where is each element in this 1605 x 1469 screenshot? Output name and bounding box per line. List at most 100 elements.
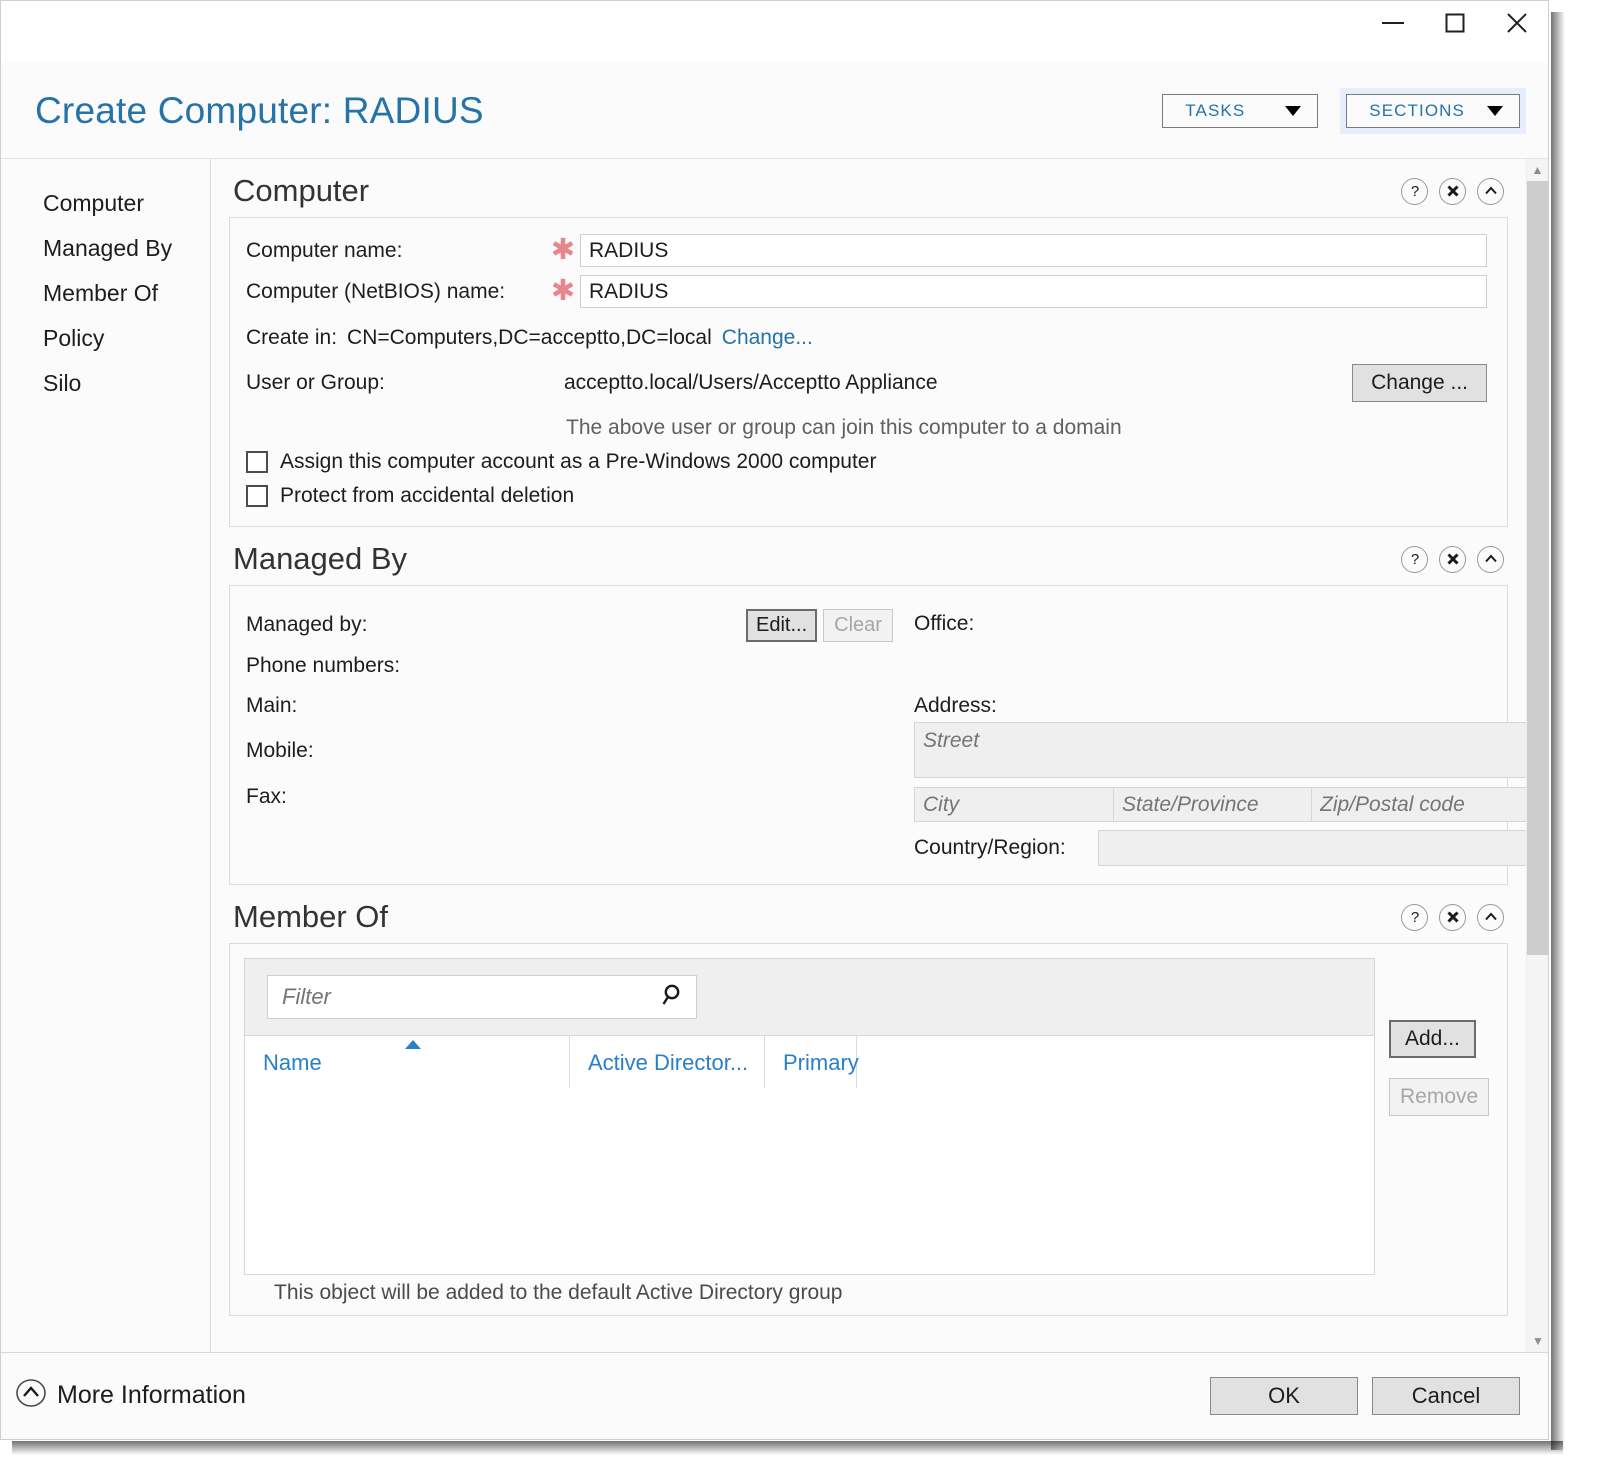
user-or-group-change-button[interactable]: Change ... <box>1352 364 1487 402</box>
chevron-up-icon <box>15 1377 47 1414</box>
computer-name-row: Computer name: ✱ <box>246 234 1487 267</box>
office-label: Office: <box>914 612 975 635</box>
minimize-icon <box>1380 16 1406 30</box>
section-close-icon[interactable] <box>1439 903 1466 931</box>
create-in-value: CN=Computers,DC=acceptto,DC=local <box>347 326 712 349</box>
prewindows-checkbox[interactable] <box>246 451 268 473</box>
managed-by-buttons: Edit... Clear <box>746 608 893 642</box>
street-input[interactable] <box>914 722 1526 778</box>
member-of-table: Name Active Director... Primary <box>244 958 1375 1275</box>
create-in-change-link[interactable]: Change... <box>722 326 813 350</box>
section-close-icon[interactable] <box>1439 177 1466 205</box>
sidebar-item-policy[interactable]: Policy <box>1 316 210 361</box>
close-button[interactable] <box>1486 1 1548 45</box>
svg-text:?: ? <box>1410 183 1418 200</box>
column-header-name[interactable]: Name <box>245 1036 570 1088</box>
zip-postal-code-input[interactable] <box>1312 787 1526 822</box>
country-region-select[interactable]: ▾ <box>1098 830 1526 866</box>
tasks-label: TASKS <box>1185 100 1246 120</box>
help-icon[interactable]: ? <box>1401 903 1428 931</box>
country-region-row: Country/Region: ▾ <box>914 830 1526 866</box>
chevron-up-icon[interactable] <box>1477 545 1504 573</box>
close-icon <box>1505 11 1529 35</box>
ok-button[interactable]: OK <box>1210 1376 1358 1415</box>
dialog-footer: More Information OK Cancel <box>1 1353 1548 1438</box>
member-of-header-row: Name Active Director... Primary <box>245 1036 1374 1088</box>
dialog-body: Computer Managed By Member Of Policy Sil… <box>1 159 1548 1353</box>
filter-box[interactable] <box>267 975 697 1019</box>
sidebar-item-member-of[interactable]: Member Of <box>1 271 210 316</box>
user-or-group-hint: The above user or group can join this co… <box>566 416 1122 439</box>
managed-by-panel: Managed by: Edit... Clear Phone numbers: <box>229 585 1526 885</box>
computer-name-label: Computer name: <box>246 238 403 262</box>
scroll-down-arrow-icon[interactable]: ▼ <box>1527 1330 1548 1352</box>
managed-by-section-title: Managed By <box>233 541 408 576</box>
prewindows-checkbox-label: Assign this computer account as a Pre-Wi… <box>280 450 877 473</box>
netbios-name-input[interactable] <box>580 275 1487 308</box>
more-information-toggle[interactable]: More Information <box>15 1377 1210 1414</box>
content-area: Computer ? Computer name: ✱ RADIUS Compu… <box>211 159 1548 1352</box>
footer-buttons: OK Cancel <box>1210 1376 1520 1415</box>
user-or-group-label: User or Group: <box>246 371 385 394</box>
address-trio-row <box>914 787 1526 822</box>
column-header-active-directory[interactable]: Active Director... <box>570 1036 765 1088</box>
main-phone-row: Main: <box>246 684 906 728</box>
column-header-primary[interactable]: Primary <box>765 1036 859 1088</box>
add-button[interactable]: Add... <box>1389 1020 1476 1058</box>
protect-deletion-checkbox-row[interactable]: Protect from accidental deletion <box>246 484 1487 508</box>
svg-text:?: ? <box>1410 909 1418 926</box>
fax-row: Fax: <box>246 774 906 820</box>
create-in-row: Create in: CN=Computers,DC=acceptto,DC=l… <box>246 326 1487 350</box>
tasks-dropdown[interactable]: TASKS <box>1162 93 1319 128</box>
city-input[interactable] <box>914 787 1114 822</box>
cancel-button[interactable]: Cancel <box>1372 1376 1520 1415</box>
mobile-phone-row: Mobile: <box>246 728 906 774</box>
managed-by-label: Managed by: <box>246 613 368 636</box>
country-region-label: Country/Region: <box>914 836 1066 859</box>
user-or-group-value: acceptto.local/Users/Acceptto Appliance <box>564 371 938 394</box>
computer-panel: Computer name: ✱ Computer (NetBIOS) name… <box>229 217 1508 527</box>
column-header-blank[interactable] <box>857 1036 1374 1088</box>
minimize-button[interactable] <box>1362 1 1424 45</box>
sidebar-item-managed-by[interactable]: Managed By <box>1 226 210 271</box>
sidebar-item-computer[interactable]: Computer <box>1 181 210 226</box>
chevron-down-icon <box>1487 105 1503 116</box>
member-of-filter-bar <box>245 959 1374 1036</box>
protect-deletion-checkbox[interactable] <box>246 485 268 507</box>
chevron-down-icon <box>1285 105 1302 116</box>
more-information-label: More Information <box>57 1381 246 1409</box>
sidebar-item-silo[interactable]: Silo <box>1 361 210 406</box>
filter-input[interactable] <box>280 983 658 1011</box>
scroll-up-arrow-icon[interactable]: ▲ <box>1527 159 1548 181</box>
chevron-up-icon[interactable] <box>1477 903 1504 931</box>
help-icon[interactable]: ? <box>1401 177 1428 205</box>
create-in-label: Create in: <box>246 326 338 349</box>
managed-by-section-header: Managed By ? <box>229 527 1508 585</box>
scrollbar-thumb[interactable] <box>1527 181 1548 955</box>
section-close-icon[interactable] <box>1439 545 1466 573</box>
prewindows-checkbox-row[interactable]: Assign this computer account as a Pre-Wi… <box>246 450 1487 474</box>
computer-name-input[interactable] <box>580 234 1487 267</box>
dialog-header: Create Computer: RADIUS TASKS SECTIONS <box>1 63 1548 159</box>
maximize-button[interactable] <box>1424 1 1486 45</box>
search-icon[interactable] <box>658 982 684 1013</box>
member-of-footer-note: This object will be added to the default… <box>274 1281 843 1304</box>
sections-dropdown[interactable]: SECTIONS <box>1340 87 1526 134</box>
member-of-section-title: Member Of <box>233 899 389 934</box>
state-province-input[interactable] <box>1114 787 1312 822</box>
help-icon[interactable]: ? <box>1401 545 1428 573</box>
managed-by-edit-button[interactable]: Edit... <box>746 608 818 642</box>
create-computer-dialog: Create Computer: RADIUS TASKS SECTIONS C… <box>0 0 1549 1440</box>
required-asterisk-icon: ✱ <box>550 234 576 266</box>
computer-section-header: Computer ? <box>229 159 1508 217</box>
netbios-name-label: Computer (NetBIOS) name: <box>246 279 506 303</box>
column-header-name-label: Name <box>263 1050 322 1075</box>
chevron-up-icon[interactable] <box>1477 177 1504 205</box>
sort-ascending-icon <box>405 1040 421 1049</box>
managed-by-left-column: Managed by: Edit... Clear Phone numbers: <box>246 602 906 866</box>
computer-section-icons: ? <box>1401 177 1504 205</box>
required-asterisk-icon: ✱ <box>550 275 576 307</box>
member-of-side-buttons: Add... Remove <box>1375 958 1493 1275</box>
content-scrollbar[interactable]: ▲ ▼ <box>1526 159 1548 1352</box>
svg-text:?: ? <box>1410 551 1418 568</box>
